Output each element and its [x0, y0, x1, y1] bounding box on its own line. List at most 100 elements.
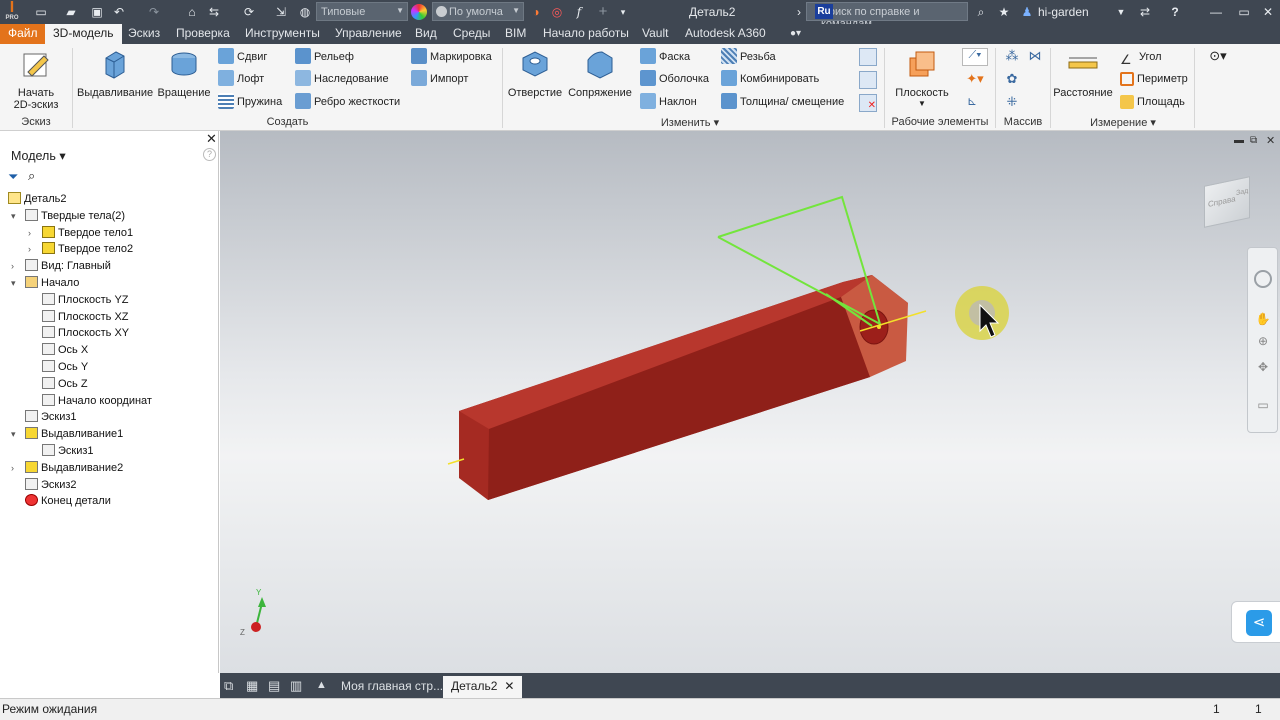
browser-title[interactable]: Модель ▾: [11, 148, 66, 163]
tab-manage[interactable]: Управление: [333, 24, 404, 44]
close-icon[interactable]: ✕: [504, 679, 514, 693]
restore-icon[interactable]: ⧉: [1250, 135, 1257, 146]
derive-button[interactable]: Наследование: [295, 69, 389, 89]
tab-a360[interactable]: Autodesk A360: [683, 24, 768, 44]
vertical-split-icon[interactable]: ▥: [290, 678, 302, 694]
close-icon[interactable]: ✕: [206, 131, 217, 147]
browser-node[interactable]: ▾ Выдавливание1: [11, 426, 123, 442]
browser-node[interactable]: Деталь2: [8, 191, 67, 207]
browser-node[interactable]: ▾ Твердые тела(2): [11, 208, 125, 224]
save-icon[interactable]: ▣: [88, 3, 106, 21]
chevron-right-icon[interactable]: ›: [11, 460, 21, 476]
chevron-right-icon[interactable]: ›: [28, 241, 38, 257]
color-wheel-icon[interactable]: [411, 4, 427, 20]
coil-button[interactable]: Пружина: [218, 92, 282, 112]
browser-node[interactable]: › Выдавливание2: [11, 460, 123, 476]
ucs-button[interactable]: ⊾: [962, 94, 982, 112]
loft-button[interactable]: Лофт: [218, 69, 264, 89]
orbit-icon[interactable]: ✥: [1254, 358, 1272, 376]
rib-button[interactable]: Ребро жесткости: [295, 92, 400, 112]
arrange-up-icon[interactable]: ▲: [316, 679, 327, 691]
tab-file[interactable]: Файл: [0, 24, 46, 44]
user-icon[interactable]: ♟: [1018, 3, 1036, 21]
adjust-icon[interactable]: ◑: [527, 3, 545, 21]
doc-tab-part2[interactable]: Деталь2 ✕: [443, 676, 523, 698]
material-select[interactable]: По умолча ▼: [432, 2, 524, 21]
undo-icon[interactable]: ↶: [110, 3, 128, 21]
thread-button[interactable]: Резьба: [721, 47, 776, 67]
chevron-down-icon[interactable]: ▾: [11, 208, 21, 224]
minimize-icon[interactable]: —: [1207, 3, 1225, 21]
plane-button[interactable]: Плоскость ▼: [890, 48, 954, 108]
star-icon[interactable]: ★: [995, 3, 1013, 21]
browser-node[interactable]: Ось Z: [42, 376, 88, 392]
browser-node[interactable]: Конец детали: [25, 493, 111, 509]
chevron-right-icon[interactable]: ›: [28, 225, 38, 241]
browser-node[interactable]: Начало координат: [42, 393, 152, 409]
shell-button[interactable]: Оболочка: [640, 69, 709, 89]
mirror-icon[interactable]: ⋈: [1026, 48, 1044, 66]
group-measure-label[interactable]: Измерение ▾: [1060, 116, 1186, 129]
browser-node[interactable]: ▾ Начало: [11, 275, 79, 291]
center-point[interactable]: [877, 325, 881, 329]
fx-icon[interactable]: f: [570, 3, 588, 21]
tab-bim[interactable]: BIM: [503, 24, 528, 44]
measure-icon[interactable]: ⇲: [272, 3, 290, 21]
browser-node[interactable]: Ось X: [42, 342, 88, 358]
share-button[interactable]: ⋖: [1231, 601, 1280, 643]
ribbon-options-icon[interactable]: ●▾: [788, 24, 803, 44]
perimeter-button[interactable]: Периметр: [1120, 69, 1188, 89]
browser-node[interactable]: › Твердое тело2: [28, 241, 133, 257]
binoculars-icon[interactable]: ⌕: [28, 168, 35, 184]
tab-view[interactable]: Вид: [413, 24, 439, 44]
sketch-pattern-icon[interactable]: ⁜: [1003, 94, 1021, 112]
revolve-button[interactable]: Вращение: [156, 48, 212, 99]
new-file-icon[interactable]: ▭: [32, 3, 50, 21]
user-name[interactable]: hi-garden: [1038, 5, 1089, 19]
chevron-down-icon[interactable]: ▼: [1112, 3, 1130, 21]
tab-vault[interactable]: Vault: [640, 24, 670, 44]
look-at-icon[interactable]: ▭: [1254, 396, 1272, 414]
browser-node[interactable]: Ось Y: [42, 359, 88, 375]
modify-extra-icon-1[interactable]: [859, 48, 877, 66]
globe-icon[interactable]: ◍: [296, 3, 314, 21]
area-button[interactable]: Площадь: [1120, 92, 1185, 112]
chevron-right-icon[interactable]: ›: [11, 258, 21, 274]
tab-environments[interactable]: Среды: [451, 24, 492, 44]
browser-node[interactable]: › Твердое тело1: [28, 225, 133, 241]
combine-button[interactable]: Комбинировать: [721, 69, 819, 89]
browser-node[interactable]: Эскиз1: [42, 443, 94, 459]
doc-tab-home[interactable]: Моя главная стр...: [333, 676, 451, 698]
horizontal-split-icon[interactable]: ▤: [268, 678, 280, 694]
binoculars-icon[interactable]: ⌕: [972, 3, 990, 21]
cascade-icon[interactable]: ⧉: [224, 678, 233, 694]
browser-node[interactable]: Плоскость XZ: [42, 309, 129, 325]
minimize-icon[interactable]: ▬: [1234, 135, 1244, 146]
group-modify-label[interactable]: Изменить ▾: [640, 116, 740, 129]
clear-icon[interactable]: ◎: [548, 3, 566, 21]
close-icon[interactable]: ✕: [1259, 3, 1277, 21]
plus-icon[interactable]: +: [594, 3, 612, 21]
tab-tools[interactable]: Инструменты: [243, 24, 322, 44]
thicken-button[interactable]: Толщина/ смещение: [721, 92, 844, 112]
browser-node[interactable]: Эскиз1: [25, 409, 77, 425]
draft-button[interactable]: Наклон: [640, 92, 697, 112]
sweep-button[interactable]: Сдвиг: [218, 47, 267, 67]
filter-icon[interactable]: ⏷: [8, 169, 18, 185]
work-point-button[interactable]: ✦▾: [962, 71, 988, 89]
browser-node[interactable]: Плоскость YZ: [42, 292, 129, 308]
update-icon[interactable]: ⟳: [240, 3, 258, 21]
tile-icon[interactable]: ▦: [246, 678, 258, 694]
zoom-icon[interactable]: ⊕: [1254, 332, 1272, 350]
emboss-button[interactable]: Рельеф: [295, 47, 354, 67]
chamfer-button[interactable]: Фаска: [640, 47, 690, 67]
modify-extra-icon-2[interactable]: [859, 71, 877, 89]
chevron-down-icon[interactable]: ▾: [11, 426, 21, 442]
maximize-icon[interactable]: ▭: [1235, 3, 1253, 21]
browser-node[interactable]: Плоскость XY: [42, 325, 129, 341]
model-canvas[interactable]: Y Z: [220, 131, 1280, 673]
rect-pattern-icon[interactable]: ⁂: [1003, 48, 1021, 66]
customize-icon[interactable]: ▾: [614, 3, 632, 21]
redo-icon[interactable]: ↷: [145, 3, 163, 21]
home-icon[interactable]: ⌂: [183, 3, 201, 21]
